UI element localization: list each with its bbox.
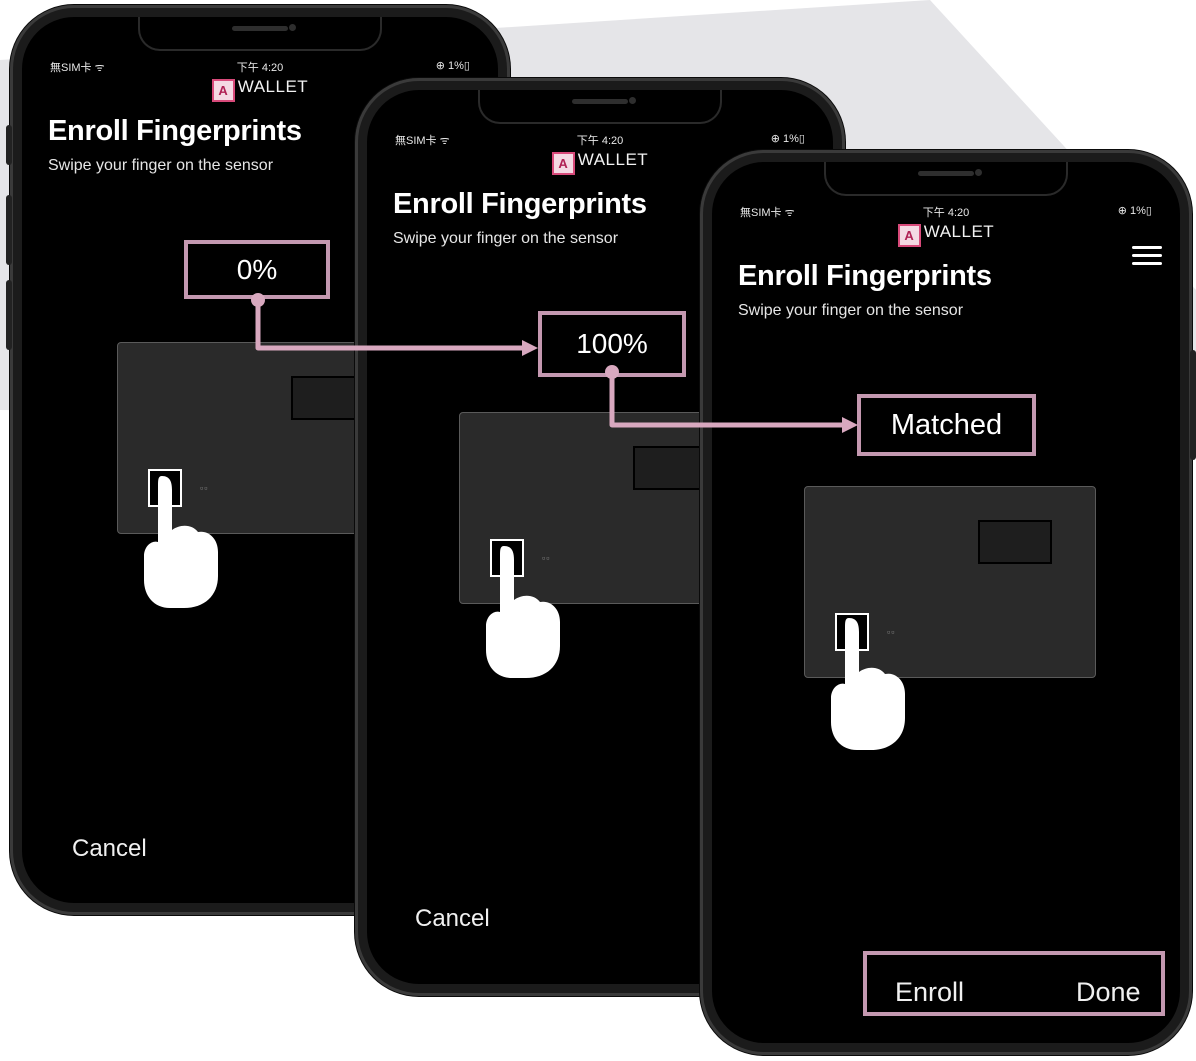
card-chip (291, 376, 365, 420)
callout-action-buttons (863, 951, 1165, 1016)
status-bar: 無SIM卡 ᯤ 下午 4:20 ⊕ 1%▯ (50, 59, 470, 74)
card-chip (633, 446, 707, 490)
side-button (1190, 350, 1196, 460)
notch (478, 90, 722, 124)
camera (628, 97, 636, 104)
page-title: Enroll Fingerprints (738, 260, 992, 292)
page-subtitle: Swipe your finger on the sensor (393, 230, 619, 247)
status-time: 下午 4:20 (576, 135, 624, 147)
side-button (6, 125, 12, 165)
cancel-button[interactable]: Cancel (72, 835, 147, 863)
callout-matched: Matched (857, 394, 1036, 456)
logo-icon: A (551, 152, 575, 175)
notch (138, 17, 382, 51)
cancel-button[interactable]: Cancel (415, 905, 490, 933)
status-carrier: 無SIM卡 ᯤ (740, 207, 795, 219)
page-subtitle: Swipe your finger on the sensor (48, 157, 274, 174)
callout-progress-100: 100% (538, 311, 686, 377)
speaker (918, 171, 974, 176)
status-bar: 無SIM卡 ᯤ 下午 4:20 ⊕ 1%▯ (395, 132, 805, 147)
status-time: 下午 4:20 (236, 62, 284, 74)
page-subtitle: Swipe your finger on the sensor (738, 302, 964, 319)
camera (974, 169, 982, 176)
status-battery: ⊕ 1%▯ (435, 60, 470, 72)
status-time: 下午 4:20 (922, 207, 970, 219)
status-battery: ⊕ 1%▯ (1117, 205, 1152, 217)
speaker (232, 26, 288, 31)
status-carrier: 無SIM卡 ᯤ (50, 62, 105, 74)
hamburger-menu-icon[interactable] (1132, 246, 1162, 266)
status-carrier: 無SIM卡 ᯤ (395, 135, 450, 147)
status-battery: ⊕ 1%▯ (770, 133, 805, 145)
app-logo: A WALLET (712, 222, 1180, 247)
camera (288, 24, 296, 31)
status-bar: 無SIM卡 ᯤ 下午 4:20 ⊕ 1%▯ (740, 204, 1152, 219)
card-chip (978, 520, 1052, 564)
notch (824, 162, 1068, 196)
logo-text: WALLET (237, 77, 309, 96)
finger-pointer-icon (486, 546, 560, 678)
logo-icon: A (897, 224, 921, 247)
logo-text: WALLET (923, 222, 995, 241)
side-button (6, 195, 12, 265)
page-title: Enroll Fingerprints (393, 188, 647, 220)
phone-screen: 無SIM卡 ᯤ 下午 4:20 ⊕ 1%▯ A WALLET Enroll Fin… (712, 162, 1180, 1043)
callout-progress-0: 0% (184, 240, 330, 299)
side-button (6, 280, 12, 350)
finger-pointer-icon (144, 476, 218, 608)
phone-3: 無SIM卡 ᯤ 下午 4:20 ⊕ 1%▯ A WALLET Enroll Fin… (700, 150, 1196, 1055)
logo-icon: A (211, 79, 235, 102)
speaker (572, 99, 628, 104)
page-title: Enroll Fingerprints (48, 115, 302, 147)
finger-pointer-icon (831, 618, 905, 750)
logo-text: WALLET (577, 150, 649, 169)
